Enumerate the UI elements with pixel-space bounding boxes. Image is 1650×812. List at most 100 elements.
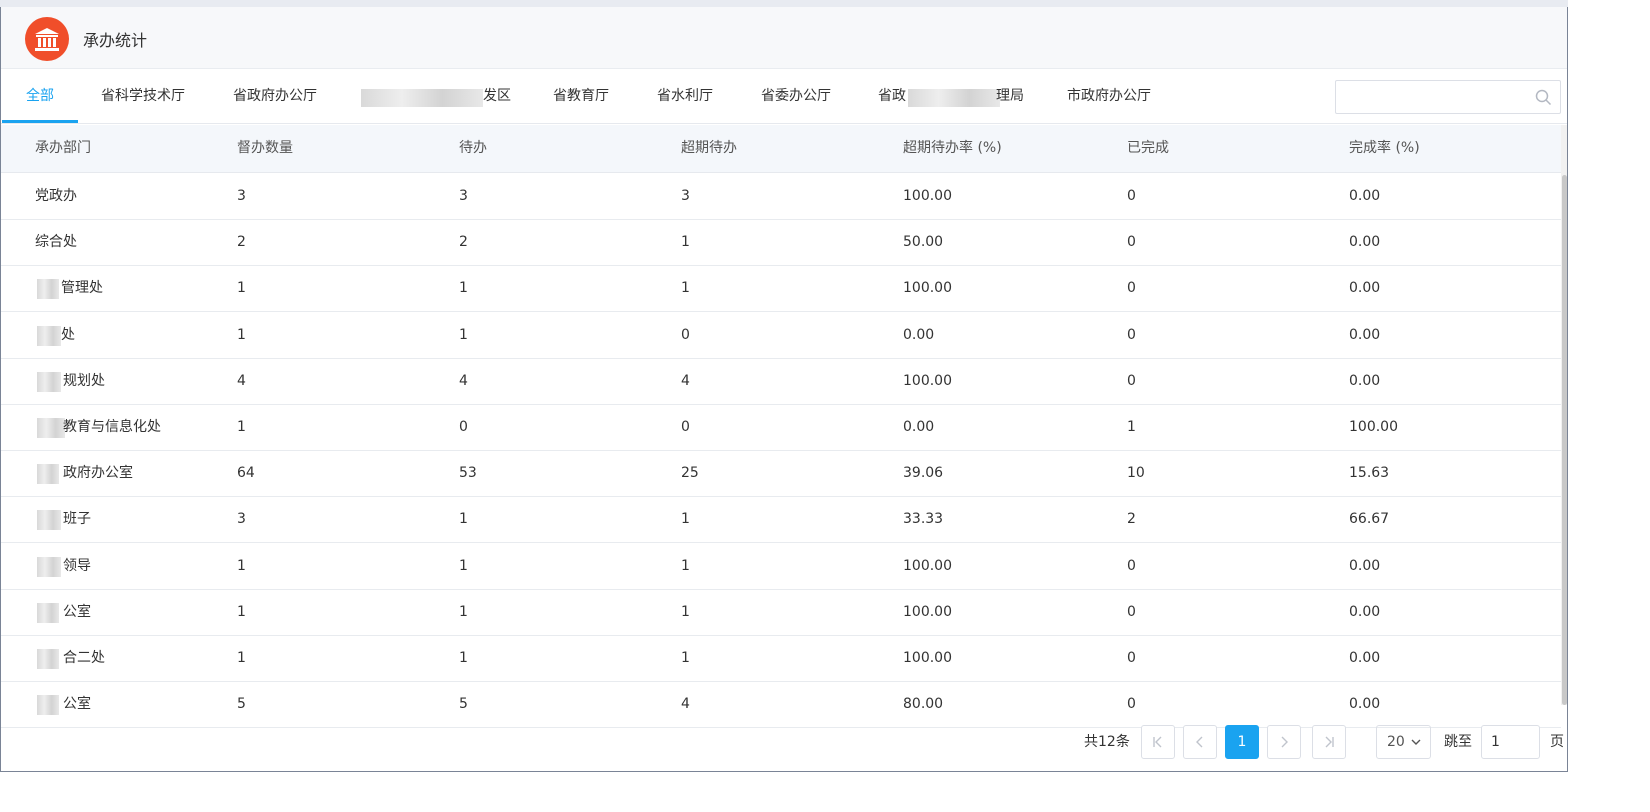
table-cell: 1 — [459, 603, 468, 620]
search-icon[interactable] — [1535, 89, 1552, 106]
table-cell: 1 — [237, 280, 246, 297]
redacted-text — [37, 371, 61, 392]
table-cell: 0 — [1127, 372, 1136, 389]
page-title: 承办统计 — [83, 31, 148, 50]
table-cell: 1 — [1127, 419, 1136, 435]
table-cell: 1 — [459, 326, 468, 343]
table-cell: 0.00 — [1349, 280, 1381, 297]
search-box — [1335, 80, 1561, 114]
table-cell: 2 — [1127, 511, 1136, 528]
table-cell: 0 — [1127, 650, 1136, 666]
table-cell: 10 — [1127, 465, 1145, 482]
next-page-icon — [1281, 736, 1288, 748]
table-cell: 3 — [681, 188, 690, 204]
table-cell: 0 — [1127, 234, 1136, 251]
table-cell: 0.00 — [1349, 557, 1381, 574]
table-row[interactable]: 教育与信息化处 1 0 0 0.00 1 100.00 — [1, 405, 1561, 451]
prev-page-button[interactable] — [1183, 725, 1217, 759]
tab-gov-office[interactable]: 省政府办公厅 — [233, 70, 317, 124]
vertical-scrollbar[interactable] — [1561, 125, 1567, 705]
search-input[interactable] — [1336, 81, 1526, 113]
table-row[interactable]: 班子 3 1 1 33.33 2 66.67 — [1, 497, 1561, 544]
table-row[interactable]: 公室 1 1 1 100.00 0 0.00 — [1, 590, 1561, 636]
table-cell: 处 — [61, 326, 75, 343]
active-tab-indicator — [2, 120, 78, 123]
table-cell: 1 — [237, 650, 246, 666]
table-cell: 100.00 — [903, 557, 952, 574]
table-cell: 64 — [237, 465, 255, 482]
column-header: 已完成 — [1127, 140, 1169, 156]
tab-all[interactable]: 全部 — [26, 70, 54, 124]
table-cell: 管理处 — [61, 280, 103, 297]
table-cell: 0 — [459, 419, 468, 435]
table-cell: 政府办公室 — [63, 465, 133, 482]
table-row[interactable]: 处 1 1 0 0.00 0 0.00 — [1, 313, 1561, 359]
page-size-select[interactable]: 20 — [1376, 725, 1431, 759]
table-cell: 0.00 — [1349, 696, 1381, 713]
table-cell: 53 — [459, 465, 477, 482]
table-row[interactable]: 公室 5 5 4 80.00 0 0.00 — [1, 682, 1561, 729]
table-row[interactable]: 综合处 2 2 1 50.00 0 0.00 — [1, 220, 1561, 267]
redacted-text — [361, 89, 483, 107]
last-page-button[interactable] — [1312, 725, 1346, 759]
table-cell: 0.00 — [1349, 372, 1381, 389]
table-cell: 1 — [681, 557, 690, 574]
tab-city-gov-office[interactable]: 市政府办公厅 — [1067, 70, 1151, 124]
table-cell: 1 — [459, 280, 468, 297]
table-cell: 4 — [681, 696, 690, 713]
column-header: 待办 — [459, 140, 487, 156]
table-cell: 0.00 — [1349, 234, 1381, 251]
table-cell: 4 — [237, 372, 246, 389]
table-cell: 5 — [459, 696, 468, 713]
table-cell: 3 — [237, 511, 246, 528]
bank-icon — [25, 17, 69, 61]
table-cell: 100.00 — [1349, 419, 1398, 435]
redacted-text — [37, 695, 59, 716]
tab-bureau[interactable]: 省政 理局 — [878, 70, 1028, 124]
column-header: 完成率 (%) — [1349, 140, 1420, 156]
redacted-text — [37, 510, 61, 531]
redacted-text — [37, 279, 59, 300]
table-cell: 综合处 — [35, 234, 77, 251]
table-row[interactable]: 合二处 1 1 1 100.00 0 0.00 — [1, 636, 1561, 682]
table-cell: 领导 — [63, 557, 91, 574]
top-strip — [0, 0, 1568, 7]
tab-party-office[interactable]: 省委办公厅 — [761, 70, 831, 124]
table-cell: 0.00 — [903, 326, 935, 343]
table-row[interactable]: 管理处 1 1 1 100.00 0 0.00 — [1, 266, 1561, 313]
table-cell: 66.67 — [1349, 511, 1390, 528]
next-page-button[interactable] — [1267, 725, 1301, 759]
column-header: 超期待办率 (%) — [903, 140, 1002, 156]
tab-science-tech[interactable]: 省科学技术厅 — [101, 70, 185, 124]
first-page-button[interactable] — [1141, 725, 1175, 759]
table-cell: 教育与信息化处 — [63, 419, 161, 435]
table-row[interactable]: 领导 1 1 1 100.00 0 0.00 — [1, 544, 1561, 590]
table-row[interactable]: 规划处 4 4 4 100.00 0 0.00 — [1, 359, 1561, 405]
table-cell: 0 — [1127, 696, 1136, 713]
table-cell: 0 — [1127, 603, 1136, 620]
redacted-text — [37, 418, 65, 438]
table-row[interactable]: 党政办 3 3 3 100.00 0 0.00 — [1, 174, 1561, 220]
table-cell: 25 — [681, 465, 699, 482]
table-cell: 100.00 — [903, 372, 952, 389]
table-cell: 1 — [459, 557, 468, 574]
jump-page-input[interactable] — [1481, 725, 1540, 759]
table-cell: 1 — [681, 234, 690, 251]
table-cell: 1 — [681, 650, 690, 666]
tab-water[interactable]: 省水利厅 — [657, 70, 713, 124]
page-number-button[interactable]: 1 — [1225, 725, 1259, 759]
scroll-thumb[interactable] — [1562, 175, 1567, 705]
table-cell: 1 — [681, 511, 690, 528]
table-cell: 0 — [1127, 280, 1136, 297]
tab-education[interactable]: 省教育厅 — [553, 70, 609, 124]
table-cell: 1 — [681, 603, 690, 620]
table-cell: 党政办 — [35, 188, 77, 204]
table-cell: 0.00 — [1349, 188, 1381, 204]
table-row[interactable]: 政府办公室 64 53 25 39.06 10 15.63 — [1, 451, 1561, 498]
table-cell: 1 — [681, 280, 690, 297]
table-cell: 15.63 — [1349, 465, 1390, 482]
table-cell: 1 — [237, 419, 246, 435]
table-cell: 0.00 — [1349, 650, 1381, 666]
first-page-icon — [1153, 736, 1162, 748]
table-cell: 100.00 — [903, 280, 952, 297]
